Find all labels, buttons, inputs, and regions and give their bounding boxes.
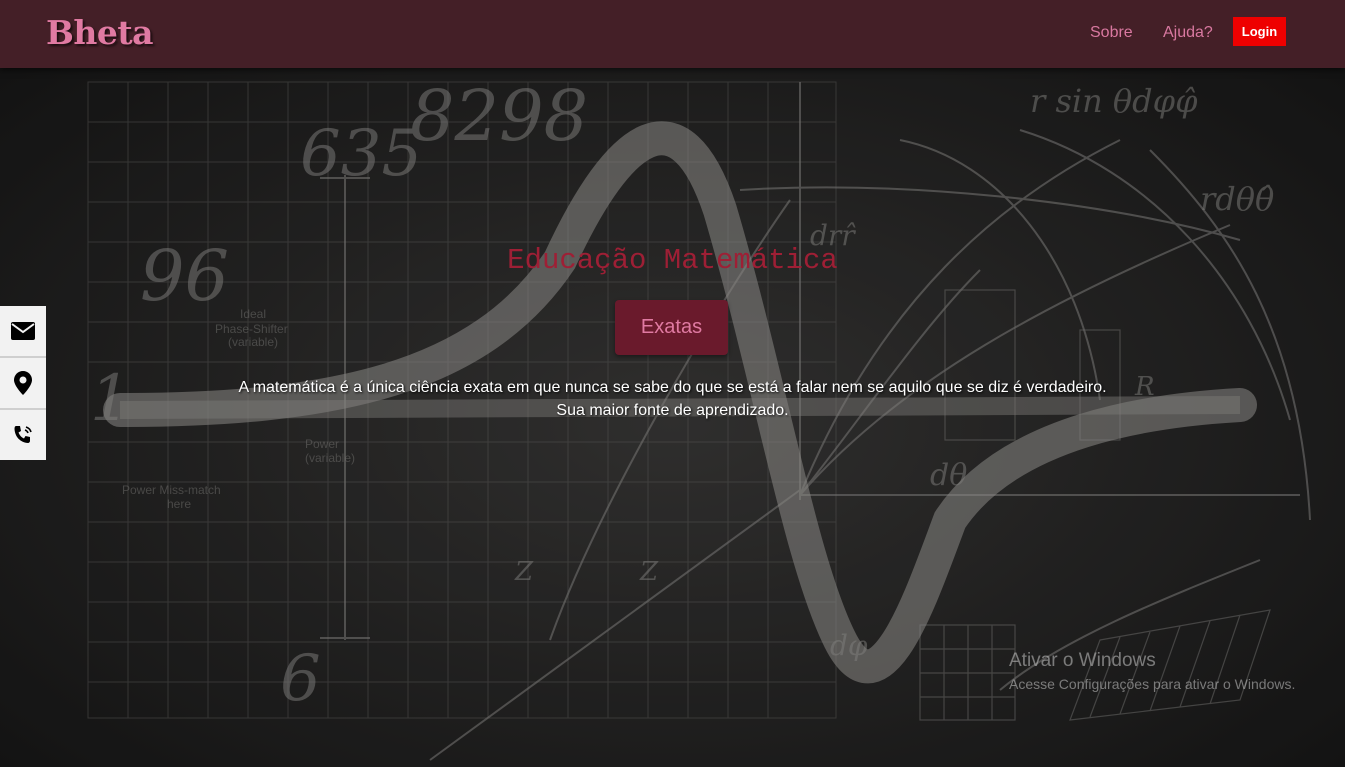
nav-link-sobre[interactable]: Sobre <box>1090 24 1133 42</box>
envelope-icon <box>11 322 35 340</box>
hero-tagline: Sua maior fonte de aprendizado. <box>556 402 789 419</box>
contact-sidebar <box>0 306 46 460</box>
nav-link-ajuda[interactable]: Ajuda? <box>1163 24 1213 42</box>
sidebar-item-phone[interactable] <box>0 410 46 460</box>
phone-volume-icon <box>14 426 32 443</box>
sidebar-item-email[interactable] <box>0 306 46 358</box>
hero-description: A matemática é a única ciência exata em … <box>238 379 1107 396</box>
exatas-button[interactable]: Exatas <box>615 300 728 355</box>
login-button[interactable]: Login <box>1233 17 1286 46</box>
sidebar-item-location[interactable] <box>0 358 46 410</box>
map-marker-icon <box>14 371 32 395</box>
hero-title: Educação Matemática <box>507 244 838 277</box>
windows-activation-subtitle: Acesse Configurações para ativar o Windo… <box>1009 676 1296 692</box>
navbar: Bheta Sobre Ajuda? Login <box>0 0 1345 68</box>
windows-activation-title: Ativar o Windows <box>1009 650 1156 671</box>
brand-logo[interactable]: Bheta <box>46 13 154 52</box>
